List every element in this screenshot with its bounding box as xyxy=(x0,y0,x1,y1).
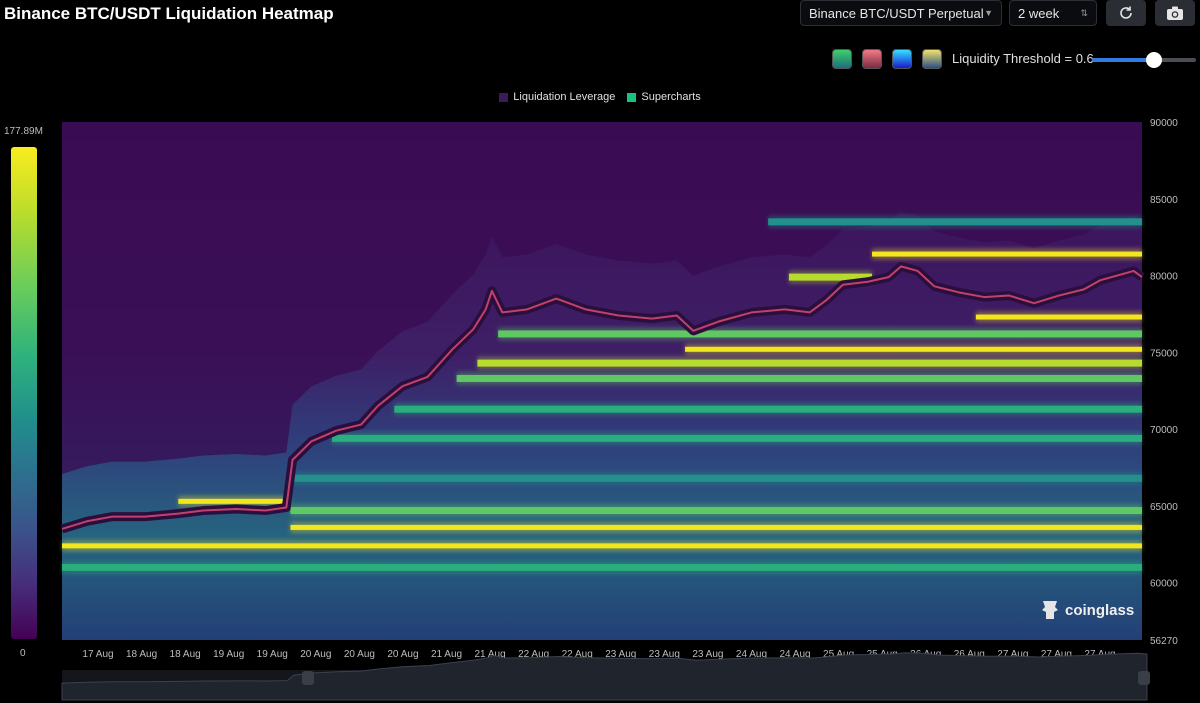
coinglass-logo-icon xyxy=(1042,601,1058,619)
x-tick-label: 20 Aug xyxy=(344,649,375,660)
y-tick-label: 70000 xyxy=(1150,425,1178,436)
navigator-handle-right xyxy=(1138,671,1150,685)
liquidity-band xyxy=(178,498,291,504)
x-tick-label: 20 Aug xyxy=(387,649,418,660)
x-tick-label: 21 Aug xyxy=(431,649,462,660)
liquidity-band xyxy=(477,359,1142,367)
liquidity-band xyxy=(394,405,1142,413)
x-tick-label: 23 Aug xyxy=(692,649,723,660)
liquidity-band xyxy=(975,314,1142,320)
coinglass-watermark: coinglass xyxy=(1040,599,1134,621)
liquidity-band xyxy=(685,346,1142,352)
y-tick-label: 75000 xyxy=(1150,348,1178,359)
liquidity-band xyxy=(290,507,1142,515)
y-tick-label: 90000 xyxy=(1150,118,1178,129)
x-tick-label: 19 Aug xyxy=(213,649,244,660)
liquidity-band xyxy=(456,374,1143,382)
y-tick-label: 85000 xyxy=(1150,195,1178,206)
liquidity-band xyxy=(62,563,1142,571)
x-tick-label: 20 Aug xyxy=(300,649,331,660)
x-tick-label: 18 Aug xyxy=(126,649,157,660)
x-tick-label: 17 Aug xyxy=(82,649,113,660)
liquidity-band xyxy=(62,543,1142,549)
liquidity-band xyxy=(332,434,1142,442)
liquidity-band xyxy=(498,330,1143,338)
heatmap-chart: 90000 85000 80000 75000 70000 65000 60000 56270… xyxy=(60,118,1178,701)
liquidity-band xyxy=(872,251,1142,257)
navigator-handle-left xyxy=(302,671,314,685)
liquidity-band xyxy=(290,524,1142,530)
y-tick-label: 65000 xyxy=(1150,502,1178,513)
y-tick-label: 60000 xyxy=(1150,579,1178,590)
y-tick-label: 80000 xyxy=(1150,272,1178,283)
x-tick-label: 18 Aug xyxy=(170,649,201,660)
y-tick-label: 56270 xyxy=(1150,636,1178,647)
watermark-text: coinglass xyxy=(1065,601,1135,619)
x-tick-label: 19 Aug xyxy=(257,649,288,660)
liquidity-band xyxy=(290,474,1142,482)
liquidity-band xyxy=(768,218,1142,226)
